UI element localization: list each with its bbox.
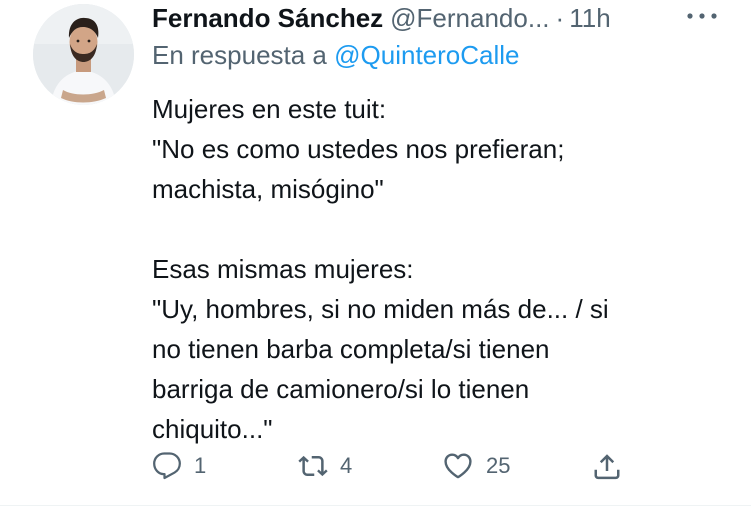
tweet-text-line: barriga de camionero/si lo tienen (152, 374, 530, 404)
tweet-text-line: "Uy, hombres, si no miden más de... / si (152, 294, 609, 324)
reply-button[interactable]: 1 (152, 448, 206, 484)
like-count: 25 (486, 453, 511, 478)
share-button[interactable] (592, 448, 622, 484)
reply-context: En respuesta a @QuinteroCalle (152, 40, 520, 71)
tweet[interactable]: Fernando Sánchez @Fernando... · 11h En r… (0, 0, 751, 510)
divider (0, 505, 751, 506)
tweet-text-line: chiquito..." (152, 414, 273, 444)
more-options-button[interactable] (684, 4, 720, 28)
retweet-icon (298, 455, 328, 477)
reply-count: 1 (194, 453, 207, 478)
avatar-image (33, 4, 134, 105)
like-button[interactable]: 25 (442, 448, 510, 484)
tweet-text-line: "No es como ustedes nos prefieran; (152, 134, 565, 164)
tweet-header: Fernando Sánchez @Fernando... · 11h (152, 0, 611, 36)
tweet-text: Mujeres en este tuit: "No es como ustede… (152, 89, 722, 449)
avatar[interactable] (33, 4, 134, 105)
share-icon (594, 454, 620, 480)
tweet-text-line: machista, misógino" (152, 174, 384, 204)
tweet-text-line: Esas mismas mujeres: (152, 254, 414, 284)
reply-prefix: En respuesta a (152, 40, 327, 70)
tweet-text-line: Mujeres en este tuit: (152, 94, 387, 124)
reply-mention-link[interactable]: @QuinteroCalle (334, 40, 519, 70)
tweet-actions: 1 4 25 (152, 448, 632, 484)
retweet-button[interactable]: 4 (298, 448, 352, 484)
separator-dot: · (555, 2, 565, 33)
author-handle[interactable]: @Fernando... (390, 3, 549, 34)
timestamp[interactable]: 11h (569, 3, 610, 34)
tweet-text-line (152, 209, 722, 249)
author-name[interactable]: Fernando Sánchez (152, 3, 383, 34)
reply-icon (153, 452, 181, 480)
more-horizontal-icon (687, 13, 717, 19)
heart-icon (444, 453, 472, 479)
tweet-text-line: no tienen barba completa/si tienen (152, 334, 550, 364)
retweet-count: 4 (340, 453, 353, 478)
